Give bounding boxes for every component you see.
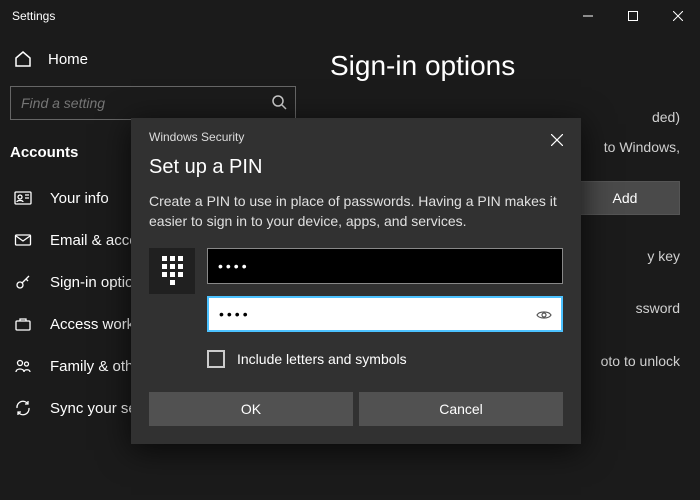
app-title: Settings [12, 9, 55, 23]
windows-security-dialog: Windows Security Set up a PIN Create a P… [131, 118, 581, 444]
people-icon [14, 357, 32, 375]
confirm-pin-input[interactable]: •••• [207, 296, 563, 332]
reveal-password-button[interactable] [535, 306, 553, 324]
dialog-close-button[interactable] [547, 130, 567, 150]
pin-masked-value: •••• [219, 306, 251, 322]
titlebar: Settings [0, 0, 700, 32]
home-label: Home [48, 51, 88, 68]
pin-masked-value: •••• [218, 258, 250, 274]
page-title: Sign-in options [330, 50, 680, 82]
dialog-title: Set up a PIN [131, 150, 581, 191]
home-icon [14, 50, 32, 68]
window-controls [565, 0, 700, 32]
keypad-icon [149, 248, 195, 294]
mail-icon [14, 231, 32, 249]
home-button[interactable]: Home [0, 42, 310, 76]
close-icon [673, 11, 683, 21]
cancel-button[interactable]: Cancel [359, 392, 563, 426]
dialog-description: Create a PIN to use in place of password… [131, 191, 581, 248]
maximize-button[interactable] [610, 0, 655, 32]
person-card-icon [14, 189, 32, 207]
eye-icon [535, 306, 553, 324]
ok-button[interactable]: OK [149, 392, 353, 426]
new-pin-input[interactable]: •••• [207, 248, 563, 284]
sidebar-item-label: Your info [50, 190, 109, 207]
maximize-icon [628, 11, 638, 21]
search-icon [271, 94, 287, 110]
briefcase-icon [14, 315, 32, 333]
search-field[interactable] [21, 95, 263, 111]
key-icon [14, 273, 32, 291]
close-button[interactable] [655, 0, 700, 32]
include-letters-checkbox[interactable] [207, 350, 225, 368]
settings-window: Settings Home [0, 0, 700, 500]
minimize-button[interactable] [565, 0, 610, 32]
include-letters-label: Include letters and symbols [237, 351, 407, 367]
dialog-window-label: Windows Security [149, 130, 244, 144]
minimize-icon [583, 11, 593, 21]
sync-icon [14, 399, 32, 417]
add-button[interactable]: Add [570, 181, 680, 215]
close-icon [551, 134, 563, 146]
search-input[interactable] [10, 86, 296, 120]
